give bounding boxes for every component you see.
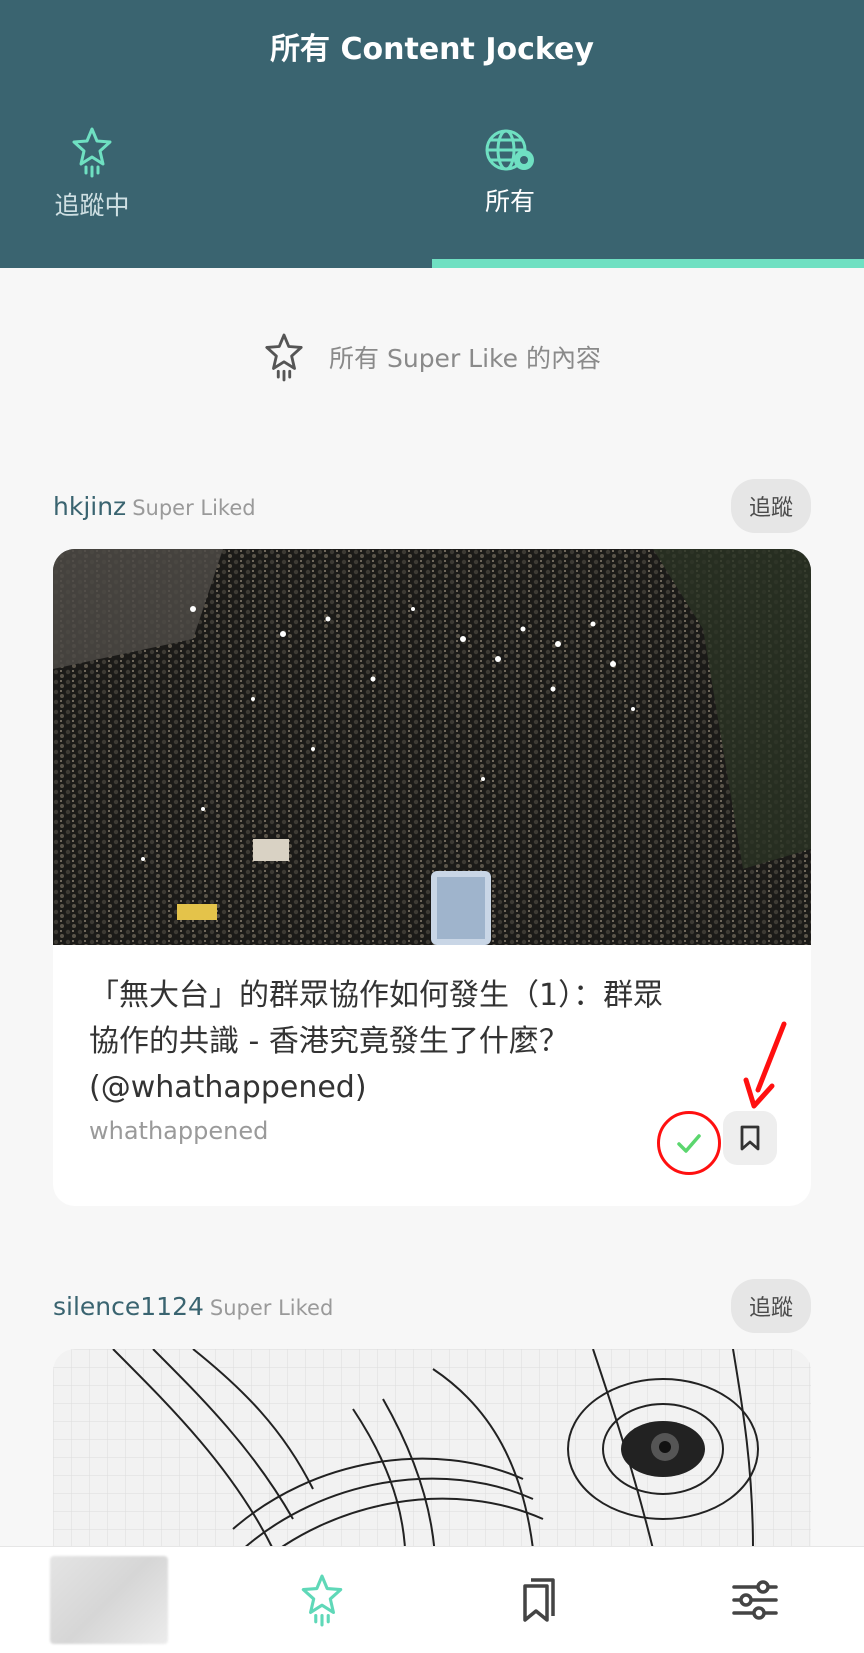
feed-item: hkjinz Super Liked 追蹤 「無大台」的群眾協作如何發生（1）：… bbox=[53, 479, 811, 1206]
settings-sliders-icon bbox=[732, 1580, 778, 1620]
check-icon bbox=[677, 1134, 701, 1153]
bookmark-button[interactable] bbox=[723, 1111, 777, 1165]
action-label: Super Liked bbox=[132, 495, 256, 520]
content-card[interactable]: 「無大台」的群眾協作如何發生（1）：群眾協作的共識 - 香港究竟發生了什麼？(@… bbox=[53, 549, 811, 1206]
bookmarks-icon bbox=[523, 1578, 555, 1622]
star-icon bbox=[265, 333, 303, 382]
tab-following[interactable]: 追蹤中 bbox=[0, 126, 192, 222]
super-like-banner: 所有 Super Like 的內容 bbox=[0, 330, 864, 384]
post-header: silence1124 Super Liked 追蹤 bbox=[53, 1279, 811, 1333]
action-label: Super Liked bbox=[209, 1295, 334, 1320]
article-title[interactable]: 「無大台」的群眾協作如何發生（1）：群眾協作的共識 - 香港究竟發生了什麼？(@… bbox=[89, 973, 689, 1111]
avatar[interactable] bbox=[50, 1547, 168, 1653]
app-header: 所有 Content Jockey 追蹤中 所有 bbox=[0, 0, 864, 268]
author-name[interactable]: hkjinz bbox=[53, 492, 126, 521]
globe-icon bbox=[485, 129, 534, 171]
read-check-button[interactable] bbox=[657, 1111, 721, 1175]
card-body: 「無大台」的群眾協作如何發生（1）：群眾協作的共識 - 香港究竟發生了什麼？(@… bbox=[53, 945, 811, 1206]
nav-bookmarks[interactable] bbox=[495, 1547, 585, 1653]
page-title: 所有 Content Jockey bbox=[270, 32, 594, 67]
active-tab-indicator bbox=[432, 259, 864, 268]
nav-star[interactable] bbox=[277, 1547, 367, 1653]
bottom-nav bbox=[0, 1546, 864, 1653]
post-header: hkjinz Super Liked 追蹤 bbox=[53, 479, 811, 533]
article-source: whathappened bbox=[89, 1117, 269, 1145]
annotation-arrow-icon bbox=[743, 1021, 787, 1109]
tab-following-label: 追蹤中 bbox=[54, 191, 130, 220]
crowd-photo bbox=[53, 549, 811, 945]
tab-all[interactable]: 所有 bbox=[410, 126, 610, 218]
bookmark-icon bbox=[740, 1125, 760, 1151]
author-name[interactable]: silence1124 bbox=[53, 1292, 204, 1321]
follow-button[interactable]: 追蹤 bbox=[731, 1279, 811, 1333]
star-icon bbox=[72, 127, 112, 178]
banner-text: 所有 Super Like 的內容 bbox=[329, 344, 601, 373]
tab-all-label: 所有 bbox=[484, 187, 535, 216]
nav-settings[interactable] bbox=[710, 1547, 800, 1653]
follow-button[interactable]: 追蹤 bbox=[731, 479, 811, 533]
star-icon bbox=[301, 1574, 343, 1627]
